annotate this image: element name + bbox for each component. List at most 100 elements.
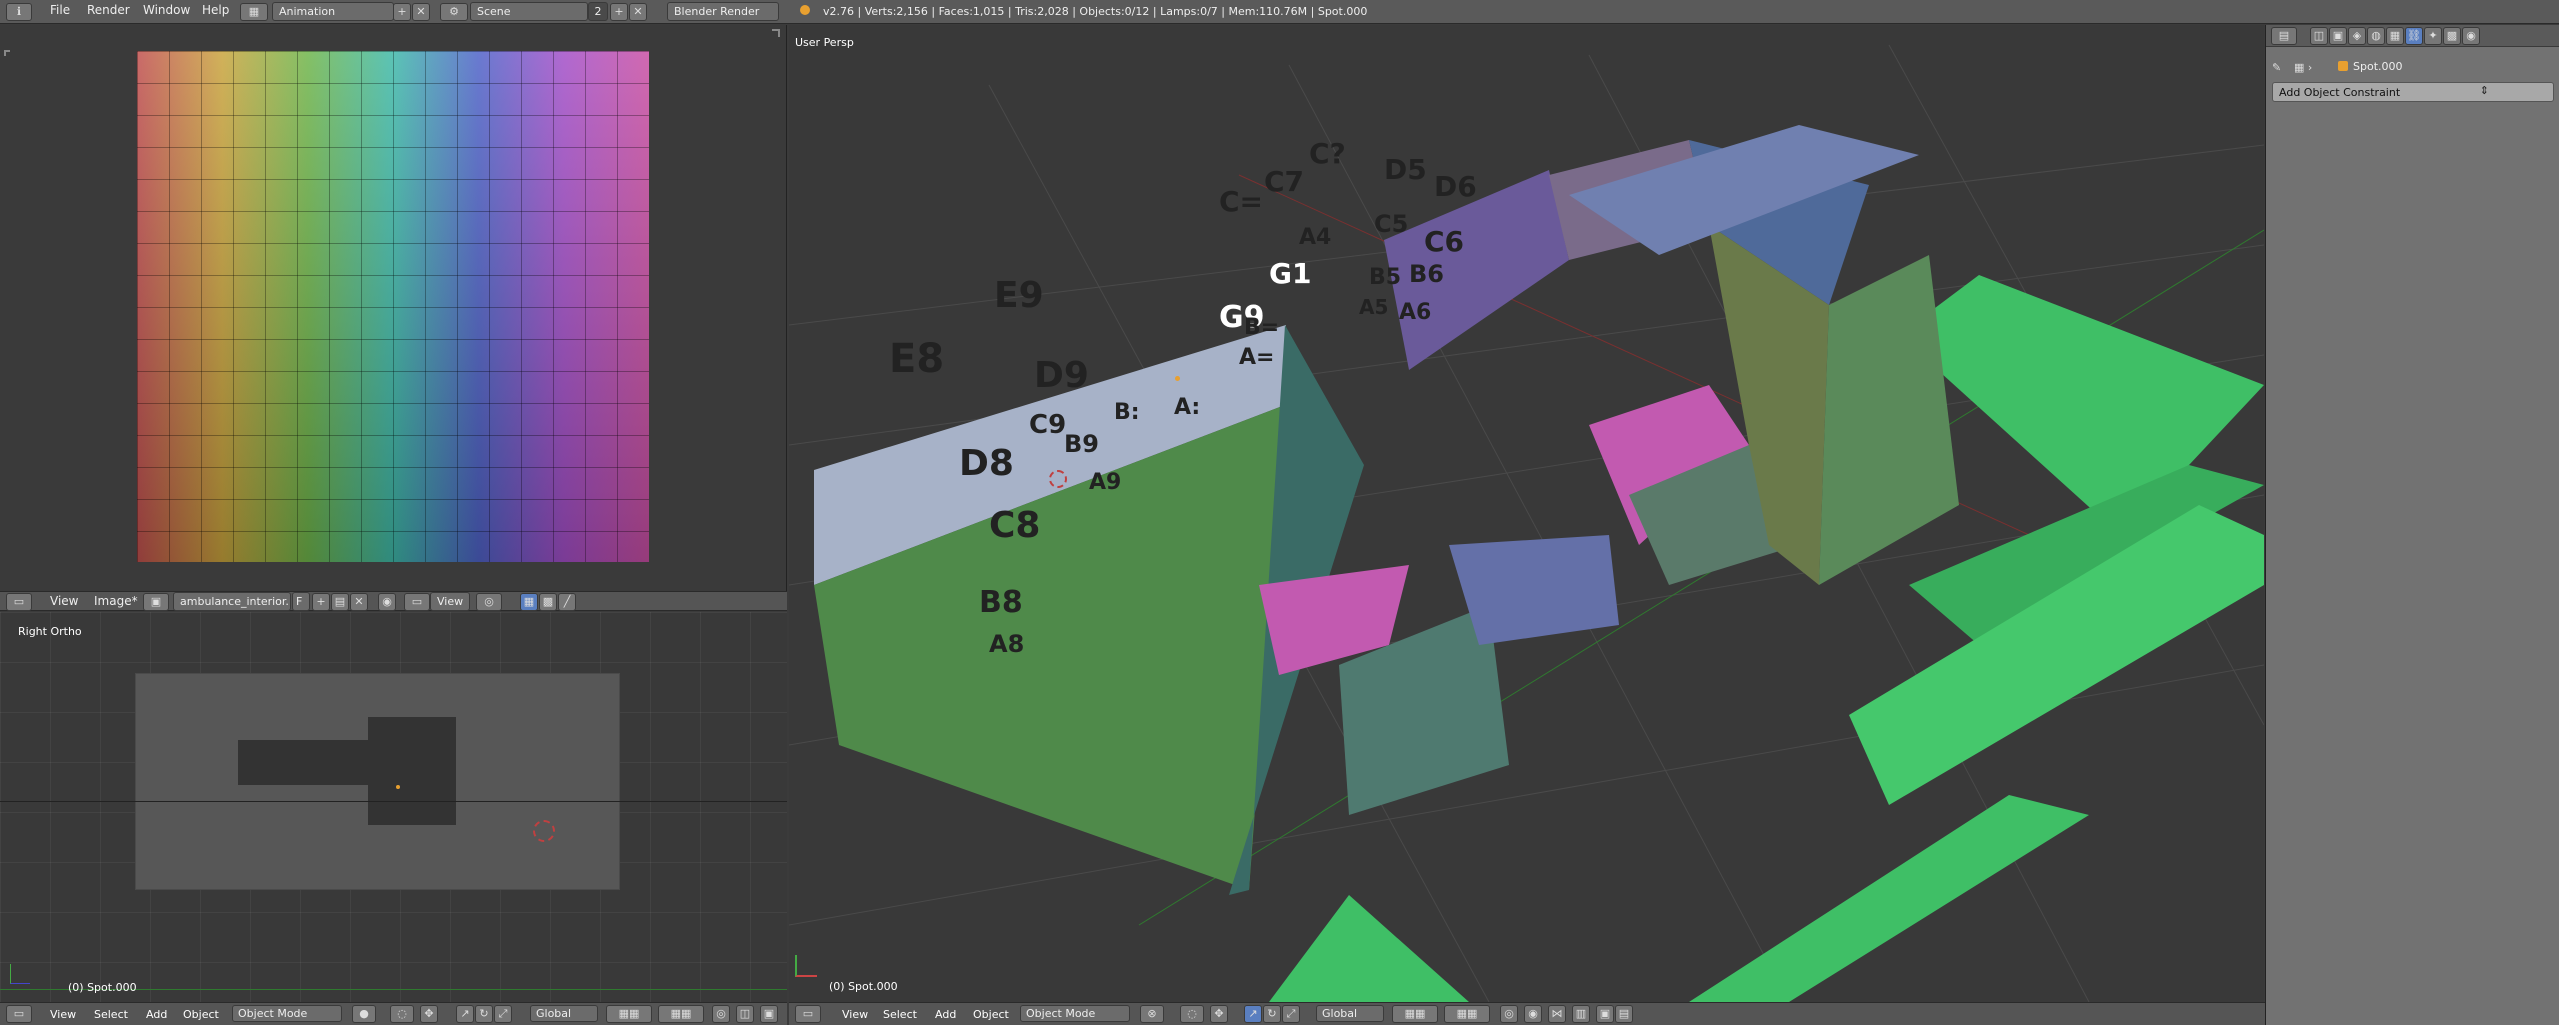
area-corner-icon[interactable]	[772, 29, 780, 37]
layout-select[interactable]: Animation	[272, 2, 394, 21]
data-tab-icon[interactable]: ✦	[2424, 27, 2442, 45]
snap-target-icon[interactable]: ▥	[1572, 1005, 1590, 1023]
snap-icon[interactable]: ⋈	[1548, 1005, 1566, 1023]
brush-icon[interactable]: ╱	[558, 593, 576, 611]
manipulator-icon[interactable]: ✥	[420, 1005, 438, 1023]
orientation-select[interactable]: Global	[530, 1005, 598, 1022]
left-3d-viewport[interactable]: Right Ortho (0) Spot.000	[0, 612, 787, 1002]
lock-icon[interactable]: ◎	[1500, 1005, 1518, 1023]
view-mode-select[interactable]: View	[430, 592, 470, 611]
editor-type-icon[interactable]: ▤	[2271, 27, 2297, 45]
fake-user-button[interactable]: F	[292, 592, 310, 611]
render-engine-select[interactable]: Blender Render	[667, 2, 779, 21]
blender-logo-icon	[800, 5, 810, 15]
world-tab-icon[interactable]: ◍	[2367, 27, 2385, 45]
pin-icon[interactable]: ✎	[2272, 61, 2286, 74]
image-browse-icon[interactable]: ▣	[143, 593, 169, 611]
image-unlink-icon[interactable]: ✕	[350, 593, 368, 611]
menu-add[interactable]: Add	[935, 1008, 956, 1021]
menu-select[interactable]: Select	[883, 1008, 917, 1021]
render-tab-icon[interactable]: ◫	[2310, 27, 2328, 45]
image-new-icon[interactable]: +	[312, 593, 330, 611]
texture-tab-icon[interactable]: ▩	[2443, 27, 2461, 45]
info-header: ℹ File Render Window Help ▦ Animation + …	[0, 0, 2559, 24]
scale-icon[interactable]: ⤢	[1282, 1005, 1300, 1023]
mesh-label: B5	[1369, 265, 1402, 290]
editor-type-icon[interactable]: ▭	[6, 593, 32, 611]
menu-select[interactable]: Select	[94, 1008, 128, 1021]
render-anim-icon[interactable]: ▤	[1615, 1005, 1633, 1023]
image-name-field[interactable]: ambulance_interior...	[173, 592, 291, 611]
mesh-label: E9	[994, 275, 1044, 316]
object-tab-icon[interactable]: ▦	[2386, 27, 2404, 45]
mesh-silhouette	[238, 740, 368, 785]
menu-file[interactable]: File	[50, 3, 70, 17]
layout-add-icon[interactable]: +	[393, 3, 411, 21]
pin-icon[interactable]: ◉	[378, 593, 396, 611]
layers-icon[interactable]: ▦▦	[1392, 1005, 1438, 1023]
mode-icon[interactable]: ▭	[404, 593, 430, 611]
scene-icon[interactable]: ⚙	[440, 3, 468, 21]
scene-tab-icon[interactable]: ◈	[2348, 27, 2366, 45]
menu-object[interactable]: Object	[183, 1008, 219, 1021]
rotate-icon[interactable]: ↻	[1263, 1005, 1281, 1023]
snap-icon[interactable]: ▩	[539, 593, 557, 611]
layers-icon[interactable]: ▦▦	[658, 1005, 704, 1023]
menu-add[interactable]: Add	[146, 1008, 167, 1021]
translate-icon[interactable]: ↗	[456, 1005, 474, 1023]
orientation-select[interactable]: Global	[1316, 1005, 1384, 1022]
image-editor-header: ▭ View Image* ▣ ambulance_interior... F …	[0, 591, 787, 611]
mesh-label: D8	[959, 443, 1014, 484]
mesh-label: C5	[1374, 210, 1409, 238]
shading-icon[interactable]: ⊗	[1140, 1005, 1164, 1023]
sync-select-icon[interactable]: ▦	[520, 593, 538, 611]
3d-cursor-icon[interactable]	[1049, 470, 1067, 488]
menu-help[interactable]: Help	[202, 3, 229, 17]
info-editor-type-icon[interactable]: ℹ	[6, 3, 32, 21]
snap-icon[interactable]: ◫	[736, 1005, 754, 1023]
mesh-silhouette	[368, 717, 456, 825]
menu-image[interactable]: Image*	[94, 594, 138, 608]
mode-select[interactable]: Object Mode	[232, 1005, 342, 1022]
mesh-label: B=	[1244, 315, 1280, 340]
menu-view[interactable]: View	[50, 1008, 76, 1021]
menu-render[interactable]: Render	[87, 3, 130, 17]
shading-icon[interactable]: ●	[352, 1005, 376, 1023]
scene-select[interactable]: Scene	[470, 2, 588, 21]
image-open-icon[interactable]: ▤	[331, 593, 349, 611]
viewport-status: (0) Spot.000	[68, 981, 137, 994]
mode-select[interactable]: Object Mode	[1020, 1005, 1130, 1022]
main-3d-viewport[interactable]: User Persp E8 D8 C8 B8 A8 D9 C9 B9 A9 B:…	[789, 25, 2264, 1002]
editor-type-icon[interactable]: ▭	[6, 1005, 32, 1023]
proportional-icon[interactable]: ◉	[1524, 1005, 1542, 1023]
rotate-icon[interactable]: ↻	[475, 1005, 493, 1023]
3d-cursor-icon[interactable]	[533, 820, 555, 842]
editor-type-icon[interactable]: ▭	[795, 1005, 821, 1023]
constraints-tab-icon[interactable]: ⛓	[2405, 27, 2423, 45]
translate-icon[interactable]: ↗	[1244, 1005, 1262, 1023]
layout-grid-icon[interactable]: ▦	[240, 3, 268, 21]
layers-icon[interactable]: ▦▦	[1444, 1005, 1490, 1023]
pivot-icon[interactable]: ◎	[476, 593, 502, 611]
layers-tab-icon[interactable]: ▣	[2329, 27, 2347, 45]
viewport-status: (0) Spot.000	[829, 980, 898, 993]
menu-object[interactable]: Object	[973, 1008, 1009, 1021]
scale-icon[interactable]: ⤢	[494, 1005, 512, 1023]
menu-window[interactable]: Window	[143, 3, 190, 17]
object-name: Spot.000	[2353, 60, 2403, 73]
area-corner-icon[interactable]	[4, 50, 10, 56]
camera-render-icon[interactable]: ▣	[1596, 1005, 1614, 1023]
render-icon[interactable]: ▣	[760, 1005, 778, 1023]
scene-remove-icon[interactable]: ✕	[629, 3, 647, 21]
pivot-icon[interactable]: ◌	[1180, 1005, 1204, 1023]
layers-icon[interactable]: ▦▦	[606, 1005, 652, 1023]
menu-view[interactable]: View	[50, 594, 78, 608]
physics-tab-icon[interactable]: ◉	[2462, 27, 2480, 45]
layout-remove-icon[interactable]: ✕	[412, 3, 430, 21]
pivot-icon[interactable]: ◌	[390, 1005, 414, 1023]
lock-icon[interactable]: ◎	[712, 1005, 730, 1023]
menu-view[interactable]: View	[842, 1008, 868, 1021]
scene-add-icon[interactable]: +	[610, 3, 628, 21]
add-object-constraint-dropdown[interactable]: Add Object Constraint	[2272, 82, 2554, 102]
manipulator-icon[interactable]: ✥	[1210, 1005, 1228, 1023]
